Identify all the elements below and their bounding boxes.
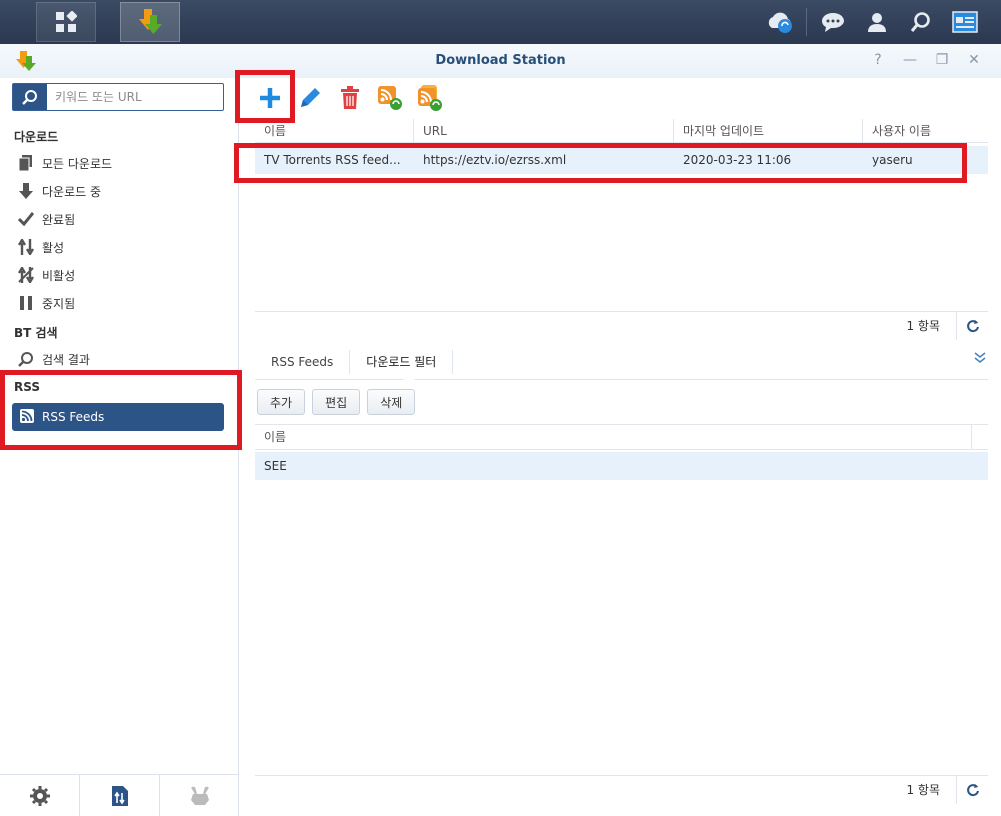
settings-button[interactable]: [0, 775, 80, 816]
cloud-sync-icon[interactable]: [758, 0, 802, 44]
cell-filter-name: SEE: [264, 459, 287, 473]
rss-refresh-icon: [378, 86, 402, 110]
main-panel: 이름 URL 마지막 업데이트 사용자 이름 TV Torrents RSS f…: [240, 78, 1001, 816]
collapse-chevron-icon[interactable]: [974, 352, 986, 367]
sidebar-item-paused[interactable]: 중지됨: [18, 290, 75, 316]
filter-actions: 추가 편집 삭제: [257, 389, 416, 415]
sidebar-item-inactive[interactable]: 비활성: [18, 262, 75, 288]
transfer-button[interactable]: [80, 775, 160, 816]
sidebar-item-label: RSS Feeds: [42, 410, 105, 424]
delete-filter-button[interactable]: 삭제: [367, 389, 416, 415]
user-icon[interactable]: [855, 0, 899, 44]
active-tab-indicator: [403, 374, 415, 380]
tab-rss-feeds[interactable]: RSS Feeds: [255, 349, 351, 374]
column-header-name[interactable]: 이름: [255, 119, 414, 143]
sidebar-item-all-downloads[interactable]: 모든 다운로드: [18, 150, 112, 176]
transfer-icon: [111, 785, 128, 806]
taskbar-download-station[interactable]: [120, 2, 180, 42]
detail-tabs: RSS Feeds 다운로드 필터: [255, 344, 988, 380]
column-header-url[interactable]: URL: [414, 119, 674, 143]
help-icon[interactable]: ?: [869, 52, 887, 68]
filter-table-header: 이름: [255, 424, 988, 450]
filter-pager: 1 항목: [255, 775, 988, 804]
window-title: Download Station: [435, 53, 566, 68]
sidebar-item-active[interactable]: 활성: [18, 234, 64, 260]
magnifier-icon: [18, 351, 34, 367]
pencil-icon: [301, 88, 320, 107]
delete-feed-button[interactable]: [336, 84, 364, 112]
check-icon: [18, 211, 34, 227]
update-feed-button[interactable]: [376, 84, 404, 112]
edit-feed-button[interactable]: [296, 84, 324, 112]
close-icon[interactable]: ✕: [965, 52, 983, 68]
arrow-down-icon: [18, 183, 34, 199]
table-row[interactable]: SEE: [255, 452, 988, 480]
column-header-last-update[interactable]: 마지막 업데이트: [674, 119, 863, 143]
donkey-icon: [190, 786, 209, 805]
refresh-icon: [966, 783, 979, 796]
widgets-icon[interactable]: [943, 0, 987, 44]
gear-icon: [29, 785, 50, 806]
restore-icon[interactable]: ❐: [933, 52, 951, 68]
trash-icon: [341, 86, 359, 109]
sidebar-item-rss-feeds[interactable]: RSS Feeds: [12, 403, 224, 431]
rss-refresh-all-icon: [418, 85, 442, 111]
sidebar-item-label: 모든 다운로드: [42, 156, 113, 171]
emule-button[interactable]: [160, 775, 239, 816]
rss-icon: [20, 408, 34, 426]
sidebar-item-label: 검색 결과: [42, 352, 90, 367]
refresh-button[interactable]: [956, 311, 988, 340]
feeds-pager: 1 항목: [255, 311, 988, 340]
cell-name: TV Torrents RSS feed...: [264, 153, 401, 167]
search-box: [12, 83, 224, 111]
search-icon[interactable]: [899, 0, 943, 44]
search-input[interactable]: [55, 85, 215, 109]
add-feed-button[interactable]: [256, 84, 284, 112]
section-rss: RSS: [14, 380, 40, 394]
sidebar-item-label: 완료됨: [42, 212, 76, 227]
item-count: 1 항목: [906, 319, 940, 333]
feeds-table-header: 이름 URL 마지막 업데이트 사용자 이름: [255, 119, 988, 143]
minimize-icon[interactable]: —: [901, 52, 919, 68]
tab-download-filter[interactable]: 다운로드 필터: [350, 349, 454, 374]
section-download: 다운로드: [14, 130, 59, 144]
inactive-arrows-icon: [18, 267, 34, 283]
sidebar: 다운로드 모든 다운로드 다운로드 중 완료됨 활성 비활성 중지됨: [0, 78, 239, 816]
add-filter-button[interactable]: 추가: [257, 389, 306, 415]
refresh-icon: [966, 319, 979, 332]
column-header-filter-name[interactable]: 이름: [255, 425, 972, 449]
cell-last-update: 2020-03-23 11:06: [683, 153, 792, 167]
sidebar-item-completed[interactable]: 완료됨: [18, 206, 75, 232]
sidebar-item-label: 중지됨: [42, 296, 76, 311]
sidebar-item-search-results[interactable]: 검색 결과: [18, 346, 90, 372]
toolbar: [240, 78, 1001, 118]
section-bt-search: BT 검색: [14, 326, 58, 340]
up-down-arrows-icon: [18, 239, 34, 255]
edit-filter-button[interactable]: 편집: [312, 389, 361, 415]
download-station-icon: [139, 9, 162, 34]
column-header-username[interactable]: 사용자 이름: [863, 119, 988, 143]
refresh-button[interactable]: [956, 775, 988, 804]
apps-grid-icon: [56, 11, 77, 32]
main-menu-button[interactable]: [36, 2, 96, 42]
documents-icon: [18, 155, 34, 171]
cell-username: yaseru: [872, 153, 913, 167]
pause-icon: [18, 295, 34, 311]
table-row[interactable]: TV Torrents RSS feed... https://eztv.io/…: [255, 146, 988, 174]
taskbar: [0, 0, 1001, 44]
sidebar-item-downloading[interactable]: 다운로드 중: [18, 178, 101, 204]
chat-icon[interactable]: [811, 0, 855, 44]
update-all-feeds-button[interactable]: [416, 84, 444, 112]
window-titlebar: Download Station ? — ❐ ✕: [0, 44, 1001, 78]
search-icon[interactable]: [13, 84, 47, 110]
item-count: 1 항목: [906, 783, 940, 797]
sidebar-item-label: 다운로드 중: [42, 184, 102, 199]
plus-icon: [260, 88, 280, 108]
sidebar-item-label: 활성: [42, 240, 65, 255]
sidebar-item-label: 비활성: [42, 268, 76, 283]
cell-url: https://eztv.io/ezrss.xml: [423, 153, 567, 167]
sidebar-footer: [0, 774, 239, 816]
